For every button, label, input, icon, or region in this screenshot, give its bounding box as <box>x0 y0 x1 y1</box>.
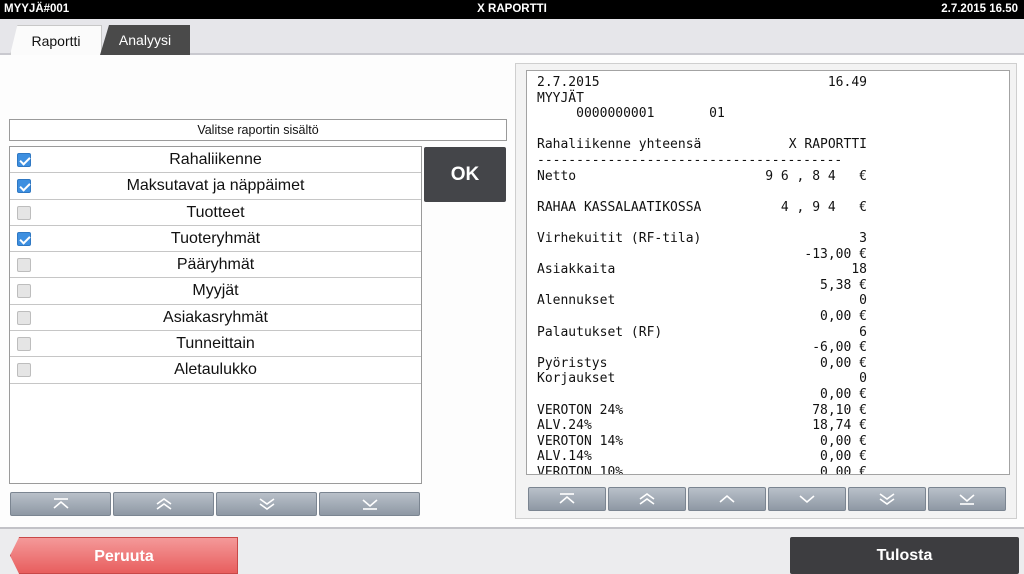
list-item-label: Tuoteryhmät <box>170 229 261 247</box>
receipt-line: Alennukset 0 <box>537 293 867 309</box>
receipt-line: RAHAA KASSALAATIKOSSA 4 , 9 4 € <box>537 200 867 216</box>
receipt-line-value: X RAPORTTI <box>788 137 867 153</box>
scroll-bottom-icon <box>956 492 978 506</box>
receipt-line: MYYJÄT <box>537 91 584 107</box>
receipt-line-text: 0000000001 01 <box>537 106 725 122</box>
list-item-label: Myyjät <box>192 282 239 300</box>
line-up-icon <box>716 492 738 506</box>
receipt-line-value: -6,00 € <box>812 340 867 356</box>
list-item[interactable]: Myyjät <box>10 278 421 305</box>
scroll-top-icon <box>50 497 72 511</box>
receipt-line: 2.7.2015 16.49 <box>537 75 867 91</box>
receipt-line: --------------------------------------- <box>537 153 842 169</box>
receipt-line: Palautukset (RF) 6 <box>537 325 867 341</box>
receipt-panel: 2.7.2015 16.49 MYYJÄT 0000000001 01 Rahalii… <box>515 63 1017 519</box>
receipt-line-text: MYYJÄT <box>537 90 584 106</box>
list-item-label: Aletaulukko <box>174 361 257 379</box>
receipt-line-value: 5,38 € <box>820 277 867 293</box>
page-down-icon <box>256 497 278 511</box>
list-item[interactable]: Asiakasryhmät <box>10 305 421 332</box>
scroll-bottom-button[interactable] <box>319 492 420 516</box>
scroll-bottom-icon <box>359 497 381 511</box>
receipt-line-value: 18 <box>851 262 867 278</box>
list-item[interactable]: Tuoteryhmät <box>10 226 421 253</box>
tab-strip: Raportti Analyysi <box>0 19 1024 55</box>
list-item-label: Maksutavat ja näppäimet <box>126 177 305 195</box>
main-panel: Valitse raportin sisältö Rahaliikenne Mak… <box>0 55 1024 527</box>
receipt-preview[interactable]: 2.7.2015 16.49 MYYJÄT 0000000001 01 Rahalii… <box>526 70 1010 475</box>
receipt-line: Rahaliikenne yhteensä X RAPORTTI <box>537 137 867 153</box>
scroll-top-icon <box>556 492 578 506</box>
page-down-button[interactable] <box>216 492 317 516</box>
print-button[interactable]: Tulosta <box>790 537 1019 574</box>
list-item[interactable]: Rahaliikenne <box>10 147 421 174</box>
page-up-icon <box>153 497 175 511</box>
receipt-line-value: 18,74 € <box>812 418 867 434</box>
ok-button[interactable]: OK <box>424 147 506 202</box>
receipt-scroll-buttons <box>528 487 1006 511</box>
list-item[interactable]: Pääryhmät <box>10 252 421 279</box>
receipt-line: Asiakkaita 18 <box>537 262 867 278</box>
bottom-bar: Peruuta Tulosta <box>0 527 1024 574</box>
tab-raportti[interactable]: Raportti <box>10 25 102 55</box>
receipt-line-value: 4 , 9 4 € <box>780 199 867 215</box>
list-item[interactable]: Maksutavat ja näppäimet <box>10 173 421 200</box>
line-down-icon <box>796 492 818 506</box>
content-header: Valitse raportin sisältö <box>9 119 507 141</box>
scroll-bottom-button[interactable] <box>928 487 1006 511</box>
list-scroll-buttons <box>10 492 420 516</box>
receipt-line: ALV.24% 18,74 € <box>537 418 867 434</box>
receipt-line-value: 0,00 € <box>820 433 867 449</box>
list-item[interactable]: Aletaulukko <box>10 357 421 384</box>
line-down-button[interactable] <box>768 487 846 511</box>
receipt-line-value: 6 <box>859 324 867 340</box>
page-up-button[interactable] <box>608 487 686 511</box>
receipt-line-value: 0,00 € <box>820 309 867 324</box>
receipt-line: VEROTON 24% 78,10 € <box>537 403 867 419</box>
receipt-line-value: 3 <box>859 231 867 246</box>
scroll-top-button[interactable] <box>10 492 111 516</box>
list-item-label: Pääryhmät <box>176 256 255 274</box>
page-up-icon <box>636 492 658 506</box>
list-item-label: Tuotteet <box>186 203 245 221</box>
list-item[interactable]: Tuotteet <box>10 200 421 226</box>
receipt-line-value: 0 <box>859 371 867 387</box>
window-title: X RAPORTTI <box>477 3 547 15</box>
receipt-line: VEROTON 14% 0,00 € <box>537 434 867 450</box>
page-up-button[interactable] <box>113 492 214 516</box>
receipt-line-text: --------------------------------------- <box>537 153 843 168</box>
receipt-line: VEROTON 10% 0,00 € <box>537 465 867 474</box>
page-down-button[interactable] <box>848 487 926 511</box>
receipt-line-value: 78,10 € <box>812 402 867 418</box>
title-bar: MYYJÄ#001 X RAPORTTI 2.7.2015 16.50 <box>0 0 1024 19</box>
receipt-line-value: 0 <box>859 293 867 309</box>
list-item-label: Rahaliikenne <box>169 151 262 168</box>
receipt-line-value: 0,00 € <box>820 355 867 371</box>
receipt-line-value: 16.49 <box>827 75 867 90</box>
receipt-line-value: -13,00 € <box>804 246 867 262</box>
page-down-icon <box>876 492 898 506</box>
receipt-line: Pyöristys 0,00 € <box>537 356 867 372</box>
receipt-line: Netto 9 6 , 8 4 € <box>537 169 867 185</box>
receipt-line: ALV.14% 0,00 € <box>537 449 867 465</box>
receipt-line: Virhekuitit (RF-tila) 3 <box>537 231 867 247</box>
receipt-line-value: 0,00 € <box>820 387 867 402</box>
list-item[interactable]: Tunneittain <box>10 331 421 358</box>
receipt-line: Korjaukset 0 <box>537 371 867 387</box>
tab-analyysi[interactable]: Analyysi <box>100 25 190 55</box>
scroll-top-button[interactable] <box>528 487 606 511</box>
list-item-label: Asiakasryhmät <box>163 308 268 326</box>
receipt-line: 0000000001 01 <box>537 106 725 122</box>
report-content-list: Rahaliikenne Maksutavat ja näppäimet Tuott… <box>9 146 422 484</box>
receipt-line-value: 9 6 , 8 4 € <box>765 168 867 184</box>
receipt-line-value: 0,00 € <box>820 465 867 475</box>
list-item-label: Tunneittain <box>176 335 255 353</box>
cancel-button[interactable]: Peruuta <box>10 537 238 574</box>
receipt-line-value: 0,00 € <box>820 449 867 465</box>
datetime: 2.7.2015 16.50 <box>941 3 1018 15</box>
line-up-button[interactable] <box>688 487 766 511</box>
